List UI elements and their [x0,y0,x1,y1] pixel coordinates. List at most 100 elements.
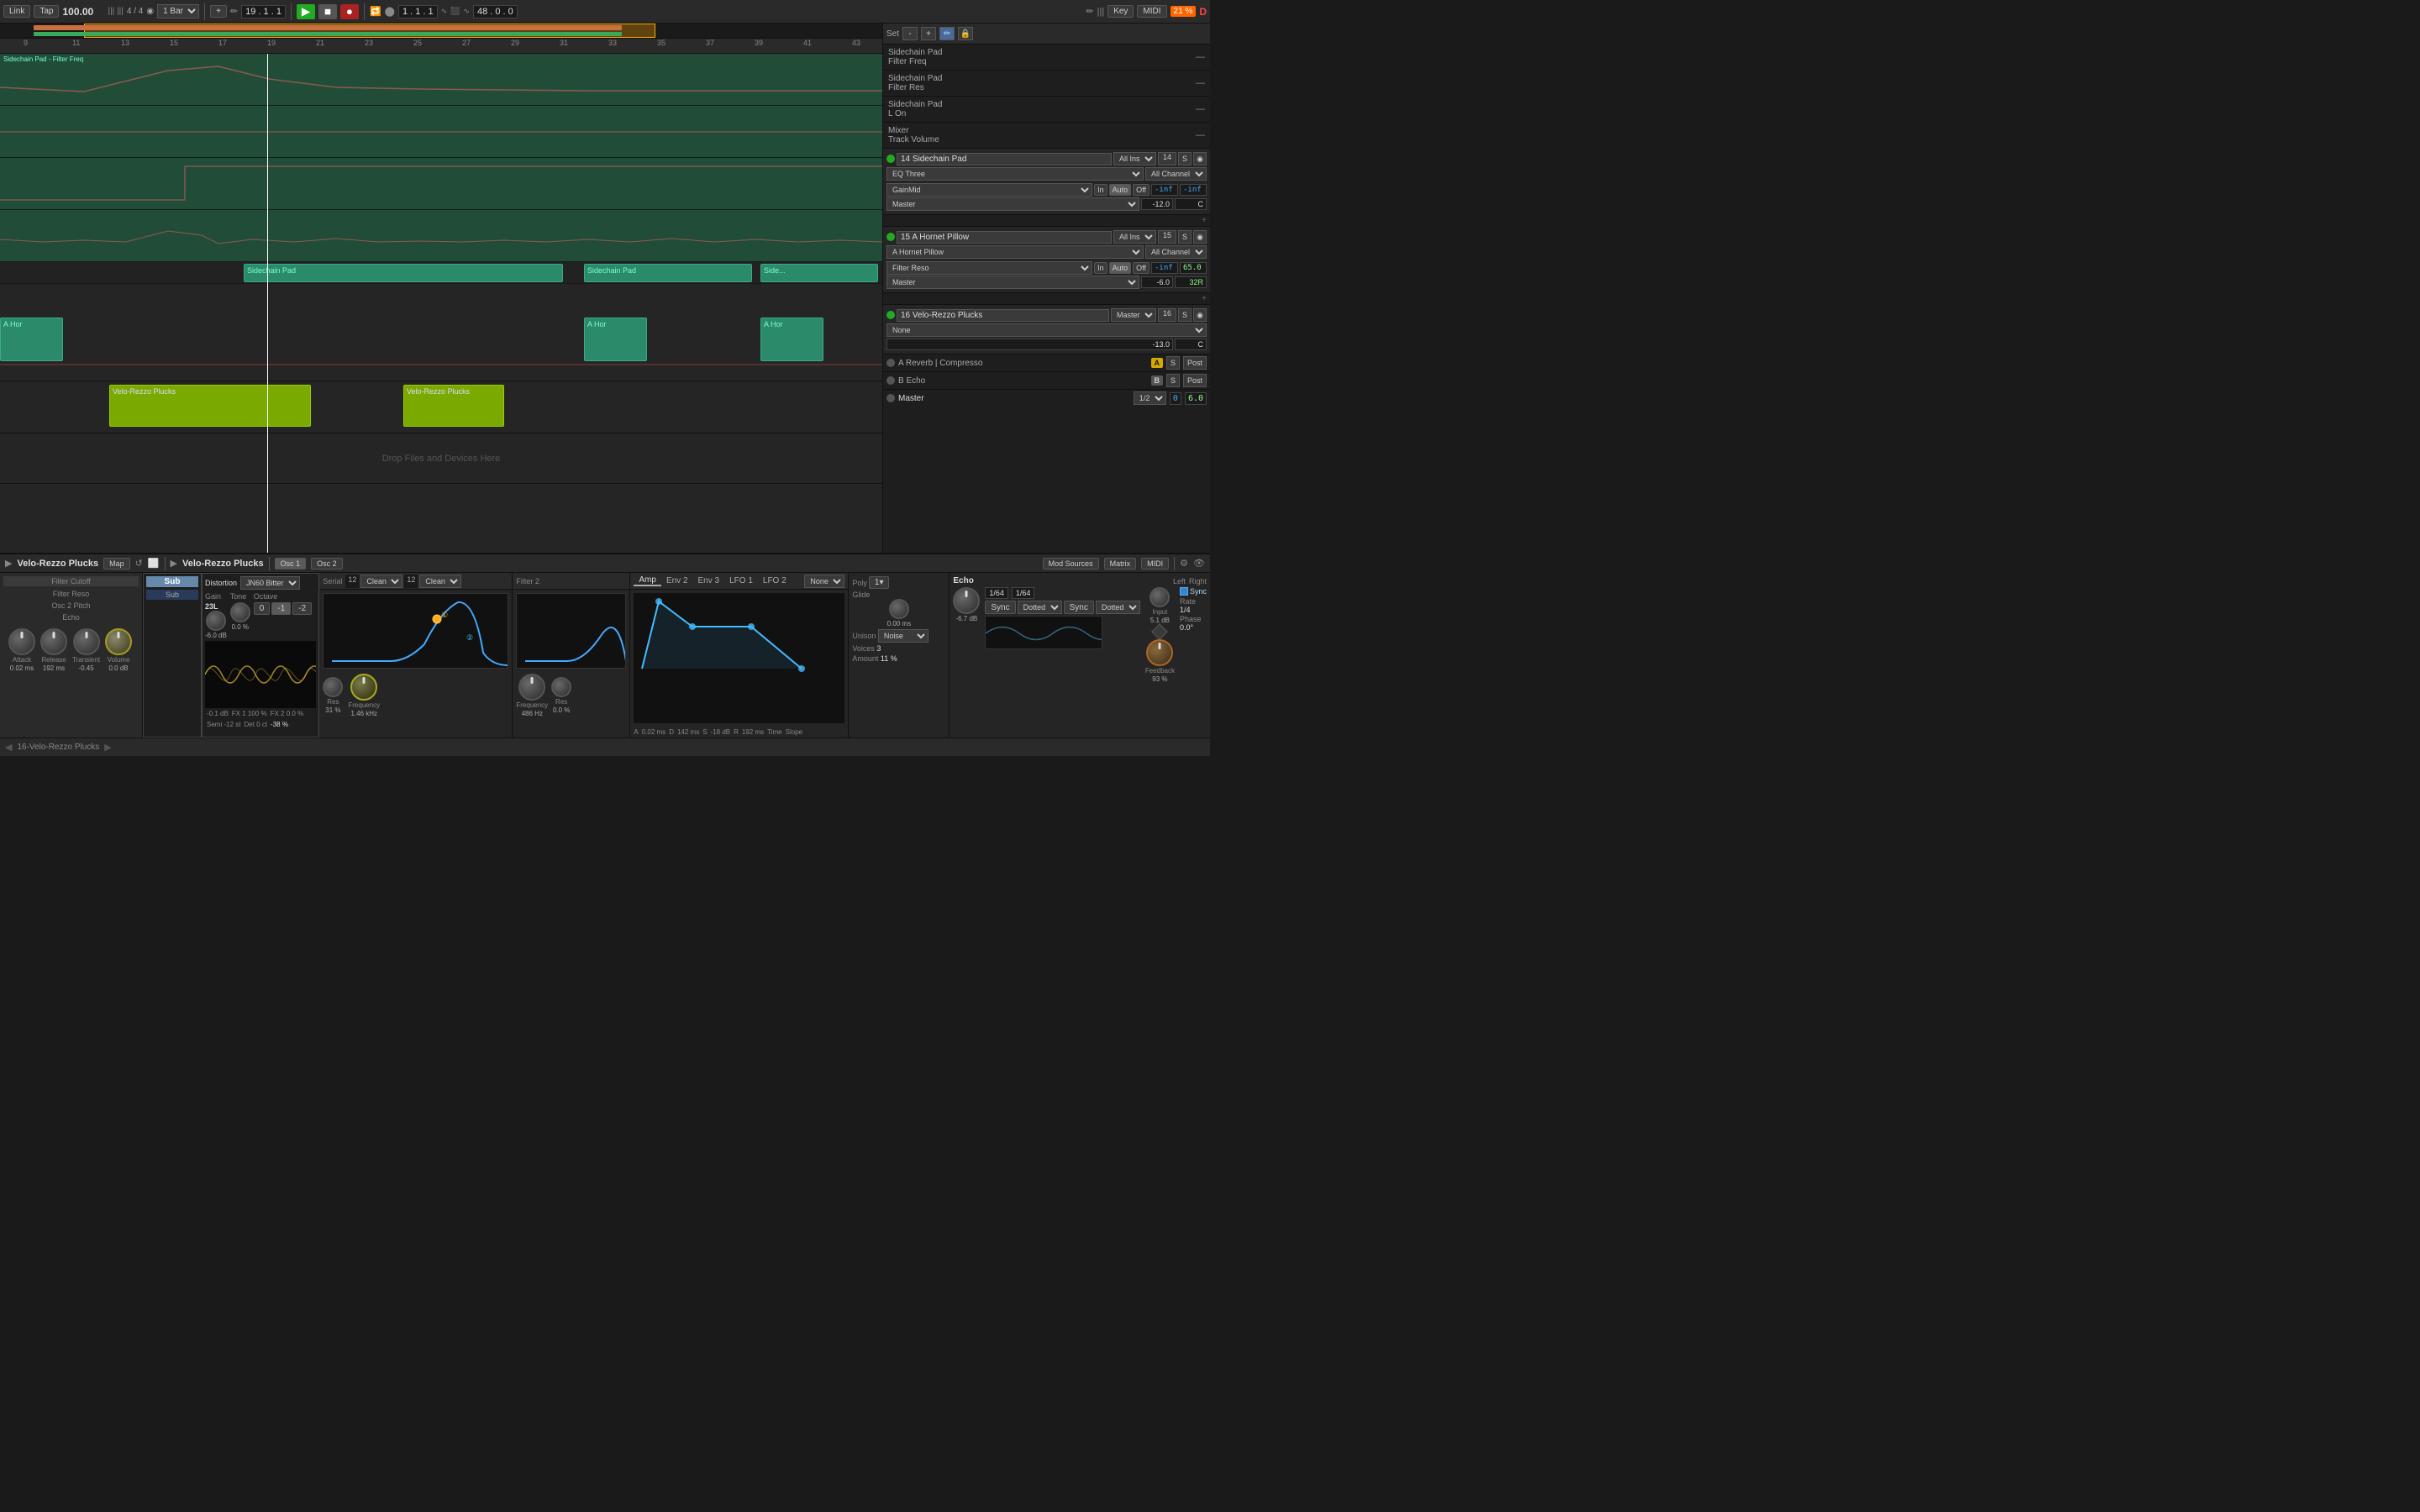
track-16-input-select[interactable]: Master [1111,308,1156,322]
track-14-send2[interactable]: -inf [1180,184,1207,196]
release-knob[interactable] [40,628,67,655]
return-b-label[interactable]: B [1151,375,1164,386]
auto-item-3-minus[interactable]: — [1196,104,1205,114]
status-left-arrow[interactable]: ◀ [5,742,12,753]
master-vol[interactable]: 0 [1170,392,1181,405]
status-right-arrow[interactable]: ▶ [104,742,111,753]
track-16-num[interactable]: 16 [1158,308,1176,322]
track-16-pan[interactable]: C [1175,339,1207,350]
loop-length-select[interactable]: 1 Bar [157,4,199,18]
track-15-channel-select[interactable]: All Channel [1145,245,1207,259]
midi-btn[interactable]: MIDI [1141,558,1169,570]
bp-map-btn[interactable]: Map [103,558,130,570]
track-16-vol[interactable]: -13.0 [886,339,1173,350]
amp-tab-env2[interactable]: Env 2 [661,576,693,585]
play-button[interactable]: ▶ [297,4,315,19]
midi-button[interactable]: MIDI [1137,5,1166,18]
record-button[interactable]: ● [340,4,359,19]
filter2-freq-knob-ctrl[interactable] [518,674,545,701]
amp-tab-env3[interactable]: Env 3 [693,576,725,585]
filter1-circuit1[interactable]: 12 [345,575,359,588]
transient-knob[interactable] [73,628,100,655]
hornet-clip-1[interactable]: A Hor [0,318,63,361]
dist-gain-knob[interactable] [206,611,226,631]
key-button[interactable]: Key [1107,5,1134,18]
link-button[interactable]: Link [3,5,30,18]
return-a-label[interactable]: A [1151,358,1164,368]
track-14-send1[interactable]: -inf [1151,184,1178,196]
osc1-tab[interactable]: Osc 1 [275,558,307,570]
bp-play-icon[interactable]: ▶ [5,558,12,569]
echo-l-sync[interactable]: 1/64 [985,587,1008,599]
dist-oct-n1[interactable]: -1 [271,602,291,615]
track-14-in-btn[interactable]: In [1094,184,1107,196]
filter1-mode2-select[interactable]: Clean [419,575,461,588]
position-display[interactable]: 19 . 1 . 1 [241,5,286,18]
dist-oct-0[interactable]: 0 [254,602,271,615]
bp-expand-icon[interactable]: ⬜ [148,558,160,569]
track-14-gainmid-select[interactable]: GainMid [886,183,1092,197]
sub-type-display[interactable]: Sub [146,590,198,600]
echo-r-sync[interactable]: 1/64 [1012,587,1035,599]
bp-play2-icon[interactable]: ▶ [171,558,177,569]
return-b-post-btn[interactable]: Post [1183,374,1207,387]
track-14-pan[interactable]: C [1175,198,1207,210]
hornet-clip-2[interactable]: A Hor [584,318,647,361]
filter1-res-knob-ctrl[interactable] [323,677,343,697]
echo-input-knob-ctrl[interactable] [1150,587,1170,607]
track-14-eq-select[interactable]: EQ Three [886,167,1144,181]
dist-oct-n2[interactable]: -2 [292,602,312,615]
track-15-rec-btn[interactable]: ◉ [1193,230,1207,244]
noise-select[interactable]: Noise [878,629,929,643]
track-15-expand-btn[interactable]: + [1202,294,1207,303]
amp-none-select[interactable]: None [804,575,844,588]
bp-refresh-icon[interactable]: ↺ [135,558,143,569]
track-15-pan[interactable]: 32R [1175,276,1207,288]
sidechain-clip-1[interactable]: Sidechain Pad [244,264,563,282]
track-14-channel-select[interactable]: All Channel [1145,167,1207,181]
dist-type-select[interactable]: JN60 Bitter [240,576,300,590]
bp-settings-icon[interactable]: ⚙ [1180,558,1188,569]
bpm-display[interactable]: 100.00 [62,6,104,18]
glide-knob-ctrl[interactable] [889,599,909,619]
track-14-output-select[interactable]: Master [886,197,1139,211]
sidechain-clip-2[interactable]: Sidechain Pad [584,264,752,282]
track-16-name[interactable] [897,309,1109,322]
echo-sync-checkbox[interactable] [1180,587,1188,596]
track-16-s-btn[interactable]: S [1178,308,1192,322]
track-15-off-btn[interactable]: Off [1133,262,1150,274]
echo-vol-knob-ctrl[interactable] [953,587,980,614]
echo-dotted-select1[interactable]: Dotted [1018,601,1062,614]
return-b-s-btn[interactable]: S [1166,374,1180,387]
osc2-tab[interactable]: Osc 2 [311,558,343,570]
track-15-vol[interactable]: -6.0 [1141,276,1173,288]
set-lock-btn[interactable]: 🔒 [958,27,973,40]
filter1-circuit2[interactable]: 12 [404,575,418,588]
dist-tone-knob[interactable] [230,602,250,622]
velo-clip-1[interactable]: Velo-Rezzo Plucks [109,385,311,427]
track-16-rec-btn[interactable]: ◉ [1193,308,1207,322]
track-15-in-btn[interactable]: In [1094,262,1107,274]
set-plus-btn[interactable]: + [921,27,936,40]
track-15-input-select[interactable]: All Ins [1113,230,1156,244]
track-15-s-btn[interactable]: S [1178,230,1192,244]
master-frac-select[interactable]: 1/2 [1134,391,1166,405]
stop-button[interactable]: ■ [318,4,337,19]
track-14-auto-btn[interactable]: Auto [1109,184,1132,196]
bp-eye-icon[interactable]: 👁 [1193,558,1205,569]
matrix-btn[interactable]: Matrix [1104,558,1137,570]
set-pencil-btn[interactable]: ✏ [939,27,955,40]
overview-strip[interactable] [0,24,882,39]
filter2-res-knob-ctrl[interactable] [551,677,571,697]
echo-sync-btn2[interactable]: Sync [1064,601,1094,614]
amp-tab-amp[interactable]: Amp [634,575,661,586]
track-15-send1[interactable]: -inf [1151,262,1178,274]
amp-tab-lfo1[interactable]: LFO 1 [724,576,758,585]
auto-item-4-minus[interactable]: — [1196,130,1205,140]
track-15-num[interactable]: 15 [1158,230,1176,244]
track-16-device-select[interactable]: None [886,323,1207,337]
track-14-off-btn[interactable]: Off [1133,184,1150,196]
track-14-s-btn[interactable]: S [1178,152,1192,165]
auto-item-2-minus[interactable]: — [1196,78,1205,88]
add-button[interactable]: + [210,5,227,18]
